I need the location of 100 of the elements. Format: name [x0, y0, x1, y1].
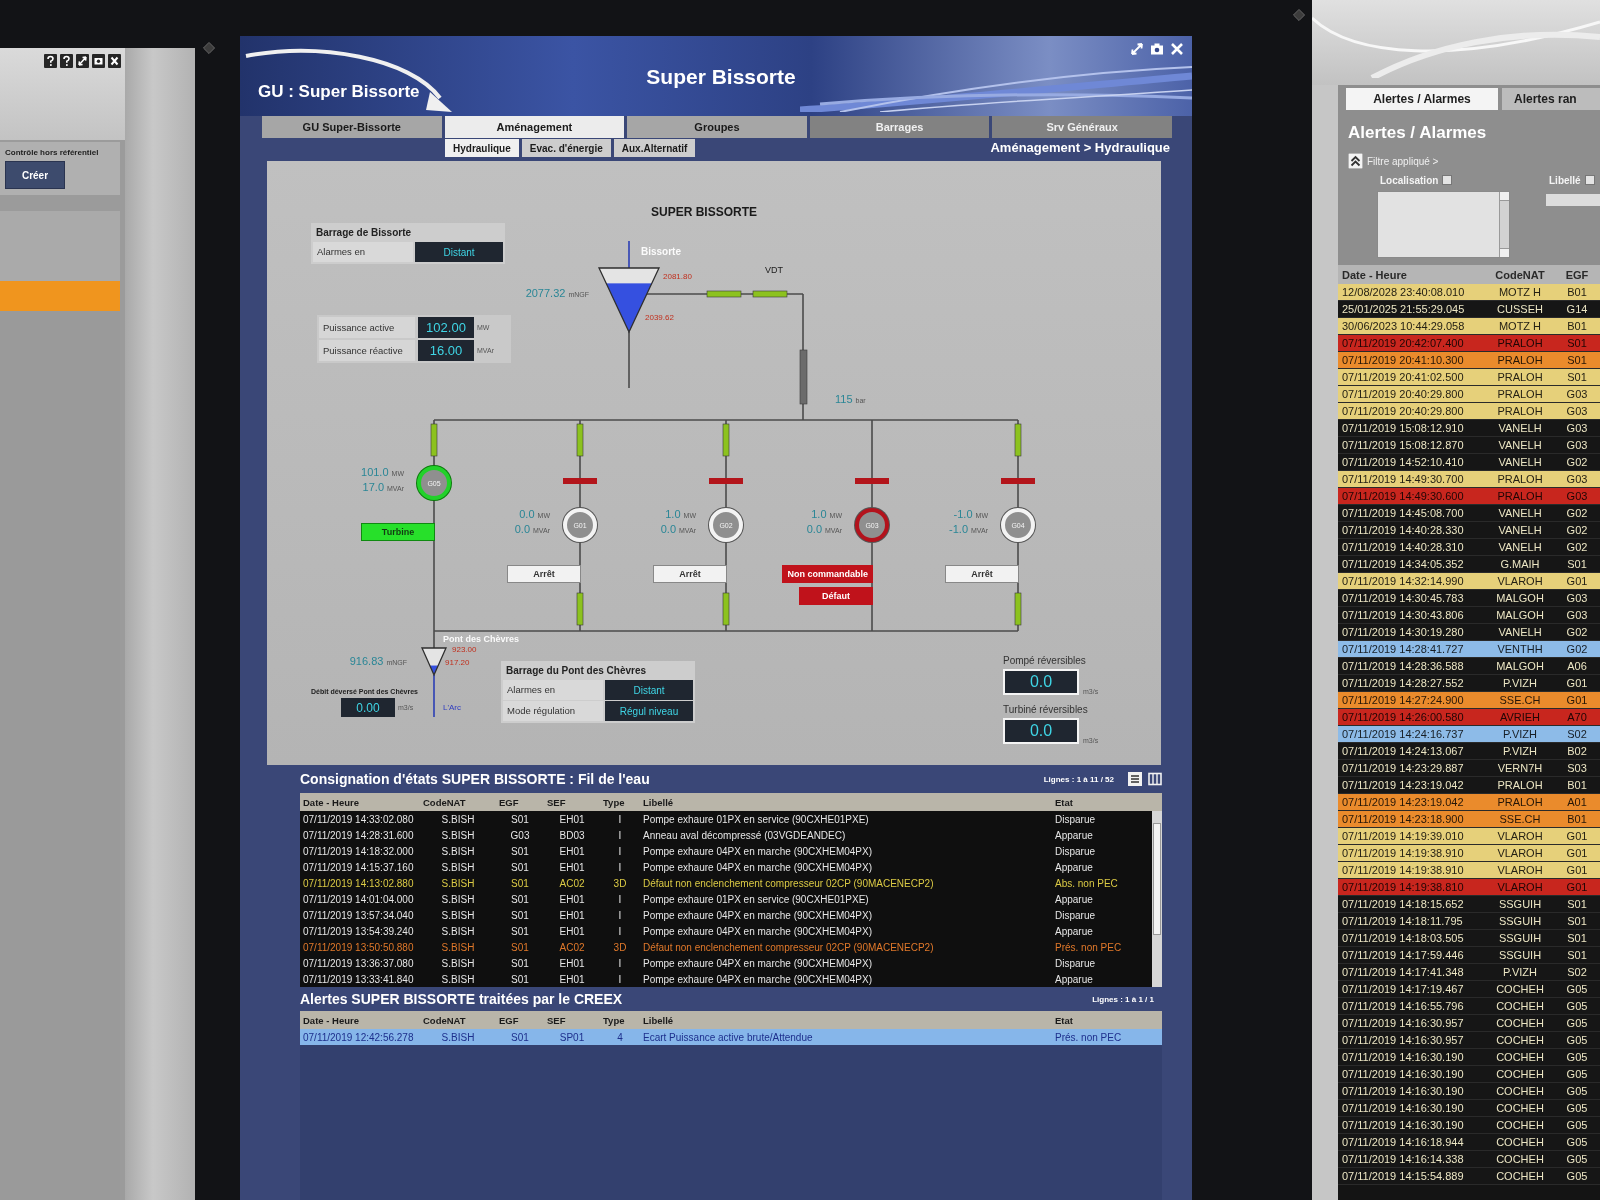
table-cell-text: PRALOH: [1496, 490, 1544, 502]
camera-icon[interactable]: [92, 54, 105, 68]
columns-icon[interactable]: [1148, 772, 1162, 786]
table-row[interactable]: 07/11/2019 20:41:02.500 PRALOH S01: [1338, 369, 1600, 386]
table-cell-text: S01: [1566, 558, 1588, 570]
table-cell-text: I: [617, 973, 623, 985]
table-row[interactable]: 07/11/2019 20:41:10.300 PRALOH S01: [1338, 352, 1600, 369]
column-header[interactable]: Date - Heure: [300, 1014, 420, 1026]
column-header[interactable]: CodeNAT: [1486, 268, 1554, 281]
collapse-icon[interactable]: [1348, 153, 1363, 169]
table-cell-text: COCHEH: [1495, 1034, 1545, 1046]
table-cell-text: SSGUIH: [1497, 932, 1543, 944]
table-cell-text: S01: [510, 1031, 530, 1043]
table-cell-text: S01: [1566, 898, 1588, 910]
table-cell-text: S.BISH: [440, 973, 476, 985]
table-cell-text: S01: [1566, 354, 1588, 366]
table-cell-text: G05: [1565, 1017, 1589, 1029]
table-cell-text: S03: [1566, 762, 1588, 774]
table-row[interactable]: 07/11/2019 14:49:30.700 PRALOH G03: [1338, 471, 1600, 488]
table-cell-text: 07/11/2019 14:49:30.700: [1341, 473, 1465, 485]
table-cell-text: 07/11/2019 14:23:19.042: [1341, 796, 1465, 808]
table-cell-text: 07/11/2019 14:18:15.652: [1341, 898, 1465, 910]
table-cell-text: 07/11/2019 14:40:28.310: [1341, 541, 1465, 553]
column-header[interactable]: SEF: [544, 796, 600, 808]
table-row[interactable]: 07/11/2019 14:24:16.737 P.VIZH S02: [1338, 726, 1600, 743]
table-row[interactable]: 07/11/2019 14:27:24.900 SSE.CH G01: [1338, 692, 1600, 709]
table-row[interactable]: 07/11/2019 20:40:29.800 PRALOH G03: [1338, 386, 1600, 403]
camera-icon[interactable]: [1150, 42, 1164, 56]
tab[interactable]: Aux.Alternatif: [613, 139, 696, 157]
column-header[interactable]: Libellé: [640, 1014, 1052, 1026]
table-row[interactable]: 07/11/2019 14:19:39.010 VLAROH G01: [1338, 828, 1600, 845]
column-header[interactable]: Etat: [1052, 796, 1162, 808]
scrollbar[interactable]: [1499, 192, 1509, 257]
table-row[interactable]: 07/11/2019 14:32:14.990 VLAROH G01: [1338, 573, 1600, 590]
table-cell-text: EH01: [558, 973, 586, 985]
table-row[interactable]: 07/11/2019 14:19:38.910 VLAROH G01: [1338, 862, 1600, 879]
table-cell-text: G03: [1565, 422, 1589, 434]
table-cell-text: G.MAIH: [1499, 558, 1541, 570]
table-cell-text: S01: [1566, 337, 1588, 349]
table-cell-text: G03: [509, 829, 531, 841]
column-header[interactable]: Type: [600, 796, 640, 808]
column-header[interactable]: Type: [600, 1014, 640, 1026]
table-cell-text: Pompe exhaure 04PX en marche (90CXHEM04PX): [642, 925, 873, 937]
table-cell-text: G05: [1565, 1051, 1589, 1063]
scrollbar[interactable]: [1152, 811, 1162, 987]
column-header[interactable]: CodeNAT: [420, 1014, 496, 1026]
panel-title: Alertes / Alarmes: [1347, 122, 1488, 144]
table-cell-text: Apparue: [1054, 861, 1094, 873]
column-header[interactable]: CodeNAT: [420, 796, 496, 808]
app-title: GU : Super Bissorte: [258, 82, 420, 102]
column-header[interactable]: SEF: [544, 1014, 600, 1026]
field-label: Pompé réversibles: [1003, 655, 1087, 666]
list-icon[interactable]: [1128, 772, 1142, 786]
table-row[interactable]: 07/11/2019 12:42:56.278 S.BISH S01 SP01 4 Ecart Puissance active brute/Attendue Prés. non PEC: [300, 1029, 1162, 1045]
table-cell-text: MOTZ H: [1497, 320, 1543, 332]
tab[interactable]: Evac. d'énergie: [521, 139, 611, 157]
table-row[interactable]: 07/11/2019 14:28:41.727 VENTHH G02: [1338, 641, 1600, 658]
column-header[interactable]: Date - Heure: [1338, 268, 1486, 281]
help-icon[interactable]: [44, 54, 57, 68]
table-cell-text: 07/11/2019 14:13:02.880: [302, 877, 415, 889]
column-header[interactable]: EGF: [1554, 268, 1600, 281]
table-cell-text: 07/11/2019 14:18:32.000: [302, 845, 415, 857]
table-row[interactable]: 07/11/2019 14:23:19.042 PRALOH A01: [1338, 794, 1600, 811]
table-cell-text: 07/11/2019 14:18:11.795: [1341, 915, 1464, 927]
table-cell-text: 07/11/2019 14:23:19.042: [1341, 779, 1465, 791]
table-row[interactable]: 30/06/2023 10:44:29.058 MOTZ H B01: [1338, 318, 1600, 335]
close-icon[interactable]: [108, 54, 121, 68]
value-display: 0.0: [1003, 718, 1079, 744]
tab[interactable]: GU Super-Bissorte: [262, 116, 442, 138]
column-header[interactable]: Etat: [1052, 1014, 1162, 1026]
tab[interactable]: Hydraulique: [445, 139, 519, 157]
table-row[interactable]: 12/08/2028 23:40:08.010 MOTZ H B01: [1338, 284, 1600, 301]
table-cell-text: COCHEH: [1495, 1051, 1545, 1063]
column-header[interactable]: Date - Heure: [300, 796, 420, 808]
column-header[interactable]: Libellé: [640, 796, 1052, 808]
column-header[interactable]: EGF: [496, 1014, 544, 1026]
tab[interactable]: Alertes / Alarmes: [1346, 88, 1498, 110]
create-button[interactable]: Créer: [5, 161, 65, 189]
column-header[interactable]: EGF: [496, 796, 544, 808]
list-field[interactable]: [1377, 191, 1510, 258]
tab[interactable]: Alertes ran: [1502, 88, 1600, 110]
table-row[interactable]: 07/11/2019 14:23:18.900 SSE.CH B01: [1338, 811, 1600, 828]
table-cell-text: Prés. non PEC: [1054, 1031, 1123, 1043]
table-row[interactable]: 07/11/2019 14:19:38.910 VLAROH G01: [1338, 845, 1600, 862]
field-label: Alarmes en: [503, 680, 603, 700]
table-row[interactable]: 07/11/2019 20:40:29.800 PRALOH G03: [1338, 403, 1600, 420]
table-cell-text: 07/11/2019 14:19:38.910: [1341, 847, 1465, 859]
value-display: Distant: [605, 680, 693, 700]
power-reading: -1.0: [953, 508, 973, 520]
table-cell-text: PRALOH: [1496, 371, 1544, 383]
help-icon[interactable]: [60, 54, 73, 68]
table-cell-text: 07/11/2019 14:28:41.727: [1341, 643, 1465, 655]
tab[interactable]: Aménagement: [444, 116, 625, 138]
checkbox[interactable]: [1442, 175, 1453, 185]
resize-icon[interactable]: [76, 54, 89, 68]
table-cell-text: 07/11/2019 14:24:16.737: [1341, 728, 1465, 740]
tab[interactable]: Groupes: [627, 116, 807, 138]
power-reading: 17.0: [362, 481, 384, 493]
input-field[interactable]: [1546, 194, 1600, 206]
checkbox[interactable]: [1584, 175, 1595, 185]
